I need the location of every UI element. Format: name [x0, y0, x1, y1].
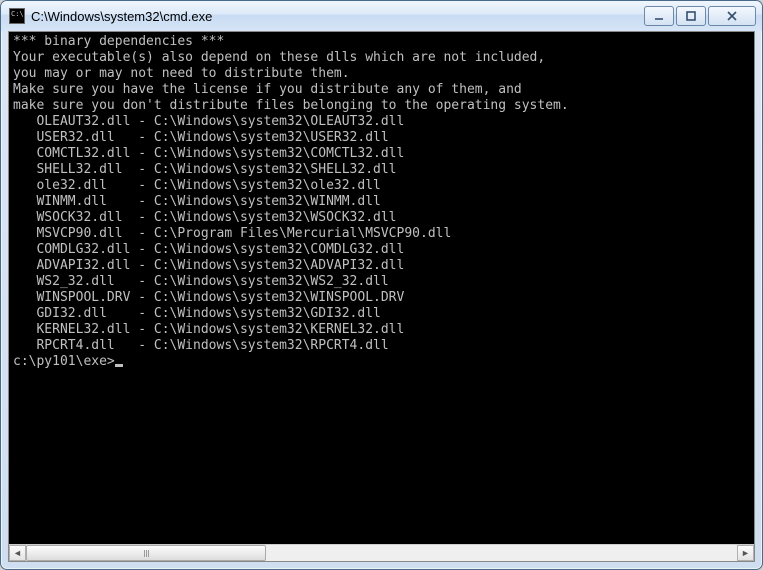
console-line: MSVCP90.dll - C:\Program Files\Mercurial…	[13, 226, 750, 242]
console-line: Make sure you have the license if you di…	[13, 82, 750, 98]
console-line: WS2_32.dll - C:\Windows\system32\WS2_32.…	[13, 274, 750, 290]
titlebar[interactable]: C:\Windows\system32\cmd.exe	[1, 1, 762, 31]
console-line: OLEAUT32.dll - C:\Windows\system32\OLEAU…	[13, 114, 750, 130]
scroll-right-arrow[interactable]: ►	[737, 545, 754, 561]
console-output[interactable]: *** binary dependencies ***Your executab…	[9, 32, 754, 544]
console-line: GDI32.dll - C:\Windows\system32\GDI32.dl…	[13, 306, 750, 322]
minimize-button[interactable]	[644, 6, 674, 26]
console-line: WINMM.dll - C:\Windows\system32\WINMM.dl…	[13, 194, 750, 210]
console-line: COMCTL32.dll - C:\Windows\system32\COMCT…	[13, 146, 750, 162]
console-line: you may or may not need to distribute th…	[13, 66, 750, 82]
console-line: SHELL32.dll - C:\Windows\system32\SHELL3…	[13, 162, 750, 178]
console-line: *** binary dependencies ***	[13, 34, 750, 50]
console-line: ole32.dll - C:\Windows\system32\ole32.dl…	[13, 178, 750, 194]
window-buttons	[642, 6, 756, 26]
console-line: KERNEL32.dll - C:\Windows\system32\KERNE…	[13, 322, 750, 338]
scroll-track[interactable]	[26, 545, 737, 561]
maximize-button[interactable]	[676, 6, 706, 26]
scroll-thumb[interactable]	[26, 545, 266, 561]
window: C:\Windows\system32\cmd.exe *** binary d…	[0, 0, 763, 570]
client-area: *** binary dependencies ***Your executab…	[8, 31, 755, 562]
console-line: make sure you don't distribute files bel…	[13, 98, 750, 114]
console-line: Your executable(s) also depend on these …	[13, 50, 750, 66]
scroll-left-arrow[interactable]: ◄	[9, 545, 26, 561]
close-button[interactable]	[708, 6, 756, 26]
prompt-line[interactable]: c:\py101\exe>	[13, 354, 750, 370]
cursor	[115, 364, 123, 367]
window-title: C:\Windows\system32\cmd.exe	[31, 9, 642, 24]
cmd-icon	[9, 8, 25, 24]
console-line: WINSPOOL.DRV - C:\Windows\system32\WINSP…	[13, 290, 750, 306]
console-line: USER32.dll - C:\Windows\system32\USER32.…	[13, 130, 750, 146]
console-line: ADVAPI32.dll - C:\Windows\system32\ADVAP…	[13, 258, 750, 274]
horizontal-scrollbar[interactable]: ◄ ►	[9, 544, 754, 561]
console-line: RPCRT4.dll - C:\Windows\system32\RPCRT4.…	[13, 338, 750, 354]
console-line: COMDLG32.dll - C:\Windows\system32\COMDL…	[13, 242, 750, 258]
console-line: WSOCK32.dll - C:\Windows\system32\WSOCK3…	[13, 210, 750, 226]
